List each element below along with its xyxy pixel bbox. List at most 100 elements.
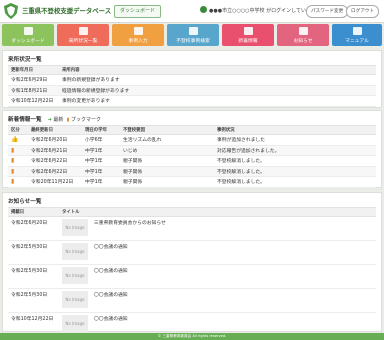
row-cause: 親子関係 [120,166,214,177]
row-grade: 中学1年 [82,155,120,167]
notice-title-link[interactable]: 〇〇会議の通知 [94,245,128,250]
shield-logo-icon [4,3,18,19]
table-row[interactable]: 👍 令和2年6月20日 小学6年 生活リズムの乱れ 事例が追加されました [8,134,376,146]
column-header: 事例状況 [214,125,376,135]
bookmark-icon: ▮ [11,157,15,165]
row-status: 事例が追加されました [214,134,376,146]
notice-title-link[interactable]: 〇〇会議の通知 [94,293,128,298]
table-row[interactable]: ▮ 令和2年6月22日 中学1年 親子関係 不登校解消しました。 [8,155,376,167]
recent-cases-panel: 来所状況一覧 更新年月日 来所内容 令和2年6月29日 事例の新規登録があります 令… [2,50,382,108]
row-date: 令和2年6月21日 [28,145,82,156]
table-row[interactable]: ▮ 令和20年11月22日 中学1年 親子関係 不登校解消しました。 [8,176,376,188]
column-header: 掲載日 [8,207,59,217]
thumbs-up-icon: 👍 [11,136,19,144]
mail-icon [243,27,253,35]
row-status: 不登校解消しました。 [214,166,376,177]
notice-title-link[interactable]: 〇〇会議の通知 [94,317,128,322]
recent-cases-table: 更新年月日 来所内容 令和2年6月29日 事例の新規登録があります 令和1年8月21… [8,65,376,107]
news-panel: 新着情報一覧 ➜ 最新 ▮ ブックマーク 区分 最終更新日 現在の学年 不登校要因 事例状… [2,110,382,188]
bookmark-icon: ▮ [11,178,15,186]
notice-title-link[interactable]: 〇〇会議の通知 [94,269,128,274]
row-date: 令和2年5月30日 [8,264,59,289]
column-header: 不登校要因 [120,125,214,135]
column-header: 更新年月日 [8,65,59,75]
footer: © 三重県教育委員会 All rights reserved. [0,333,384,340]
news-title: 新着情報一覧 [8,117,42,123]
notices-table: 掲載日 タイトル 令和2年6月20日 No Image三重県教育委員会からのお知らせ… [8,207,376,337]
people-icon [78,27,88,35]
school-icon [200,6,207,13]
row-grade: 中学1年 [82,145,120,156]
row-date: 令和2年6月20日 [8,216,59,241]
row-content: 事例の変更があります [59,95,376,107]
tab-news[interactable]: 新着情報 [222,24,274,46]
login-status: ●●●市立○○○○中学校 がログインしています [200,6,316,14]
row-grade: 小学6年 [82,134,120,146]
news-table: 区分 最終更新日 現在の学年 不登校要因 事例状況 👍 令和2年6月20日 小学6年 生活リズ… [8,125,376,188]
column-header: 来所内容 [59,65,376,75]
row-date: 令和2年5月30日 [8,240,59,265]
password-change-button[interactable]: パスワード変更 [306,5,349,18]
column-header: 区分 [8,125,28,135]
row-content: 経過情報の新規登録があります [59,85,376,96]
book-icon [352,27,362,35]
row-date: 令和2年6月22日 [28,166,82,177]
no-image-placeholder: No Image [62,315,88,332]
table-row[interactable]: ▮ 令和2年6月22日 中学1年 親子関係 不登校解消しました。 [8,166,376,177]
recent-cases-title: 来所状況一覧 [8,57,42,63]
table-row[interactable]: 令和1年8月21日 経過情報の新規登録があります [8,85,376,96]
row-cause: いじめ [120,145,214,156]
row-date: 令和2年6月22日 [28,155,82,167]
table-row[interactable]: 令和2年6月20日 No Image 三重県教育委員会からのお知らせ [8,216,376,241]
row-cause: 生活リズムの乱れ [120,134,214,146]
app-header: 三重県不登校支援データベース ダッシュボード ●●●市立○○○○中学校 がログイ… [0,0,384,23]
arrow-icon: ➜ [47,117,52,123]
row-date: 令和10年12月22日 [8,95,59,107]
legend-bookmark: ブックマーク [70,117,101,123]
news-legend: ➜ 最新 ▮ ブックマーク [48,117,101,123]
row-grade: 中学1年 [82,176,120,188]
search-icon [188,27,198,35]
tab-manual[interactable]: マニュアル [332,24,382,46]
row-date: 令和2年6月20日 [28,134,82,146]
table-row[interactable]: 令和2年5月30日 No Image 〇〇会議の通知 [8,264,376,289]
row-date: 令和2年5月30日 [8,288,59,313]
tab-dashboard[interactable]: ダッシュボード [2,24,54,46]
no-image-placeholder: No Image [62,219,88,236]
no-image-placeholder: No Image [62,267,88,284]
notices-title: お知らせ一覧 [8,199,42,205]
main-nav: ダッシュボード 来所状況一覧 事例入力 不登校事例検索 新着情報 お知らせ マニ… [2,24,384,46]
news-header: 新着情報一覧 ➜ 最新 ▮ ブックマーク [3,111,381,125]
chat-icon [298,27,308,35]
table-row[interactable]: ▮ 令和2年6月21日 中学1年 いじめ 対応報告が追加されました。 [8,145,376,156]
row-date: 令和20年11月22日 [28,176,82,188]
tab-visit-status[interactable]: 来所状況一覧 [57,24,109,46]
table-row[interactable]: 令和10年12月22日 事例の変更があります [8,95,376,107]
column-header: 現在の学年 [82,125,120,135]
column-header: 最終更新日 [28,125,82,135]
legend-new: 最新 [53,117,64,123]
row-date: 令和1年8月21日 [8,85,59,96]
bookmark-icon: ▮ [11,167,15,175]
app-title: 三重県不登校支援データベース [22,7,112,15]
row-date: 令和2年6月29日 [8,74,59,86]
tab-notices[interactable]: お知らせ [277,24,329,46]
tab-case-search[interactable]: 不登校事例検索 [167,24,219,46]
pencil-icon [133,27,143,35]
column-header: タイトル [59,207,376,217]
table-row[interactable]: 令和2年6月29日 事例の新規登録があります [8,74,376,86]
dashboard-button[interactable]: ダッシュボード [114,5,162,18]
row-grade: 中学1年 [82,166,120,177]
bookmark-icon: ▮ [66,117,70,123]
notices-panel: お知らせ一覧 掲載日 タイトル 令和2年6月20日 No Image三重県教育委員会… [2,192,382,337]
row-cause: 親子関係 [120,176,214,188]
logout-button[interactable]: ログアウト [346,5,379,18]
list-icon [23,27,33,35]
table-row[interactable]: 令和2年5月30日 No Image 〇〇会議の通知 [8,288,376,313]
row-cause: 親子関係 [120,155,214,167]
school-text: ●●●市立○○○○中学校 がログインしています [209,8,316,14]
notice-title-link[interactable]: 三重県教育委員会からのお知らせ [94,221,166,226]
table-row[interactable]: 令和2年5月30日 No Image 〇〇会議の通知 [8,240,376,265]
tab-case-entry[interactable]: 事例入力 [112,24,164,46]
no-image-placeholder: No Image [62,291,88,308]
